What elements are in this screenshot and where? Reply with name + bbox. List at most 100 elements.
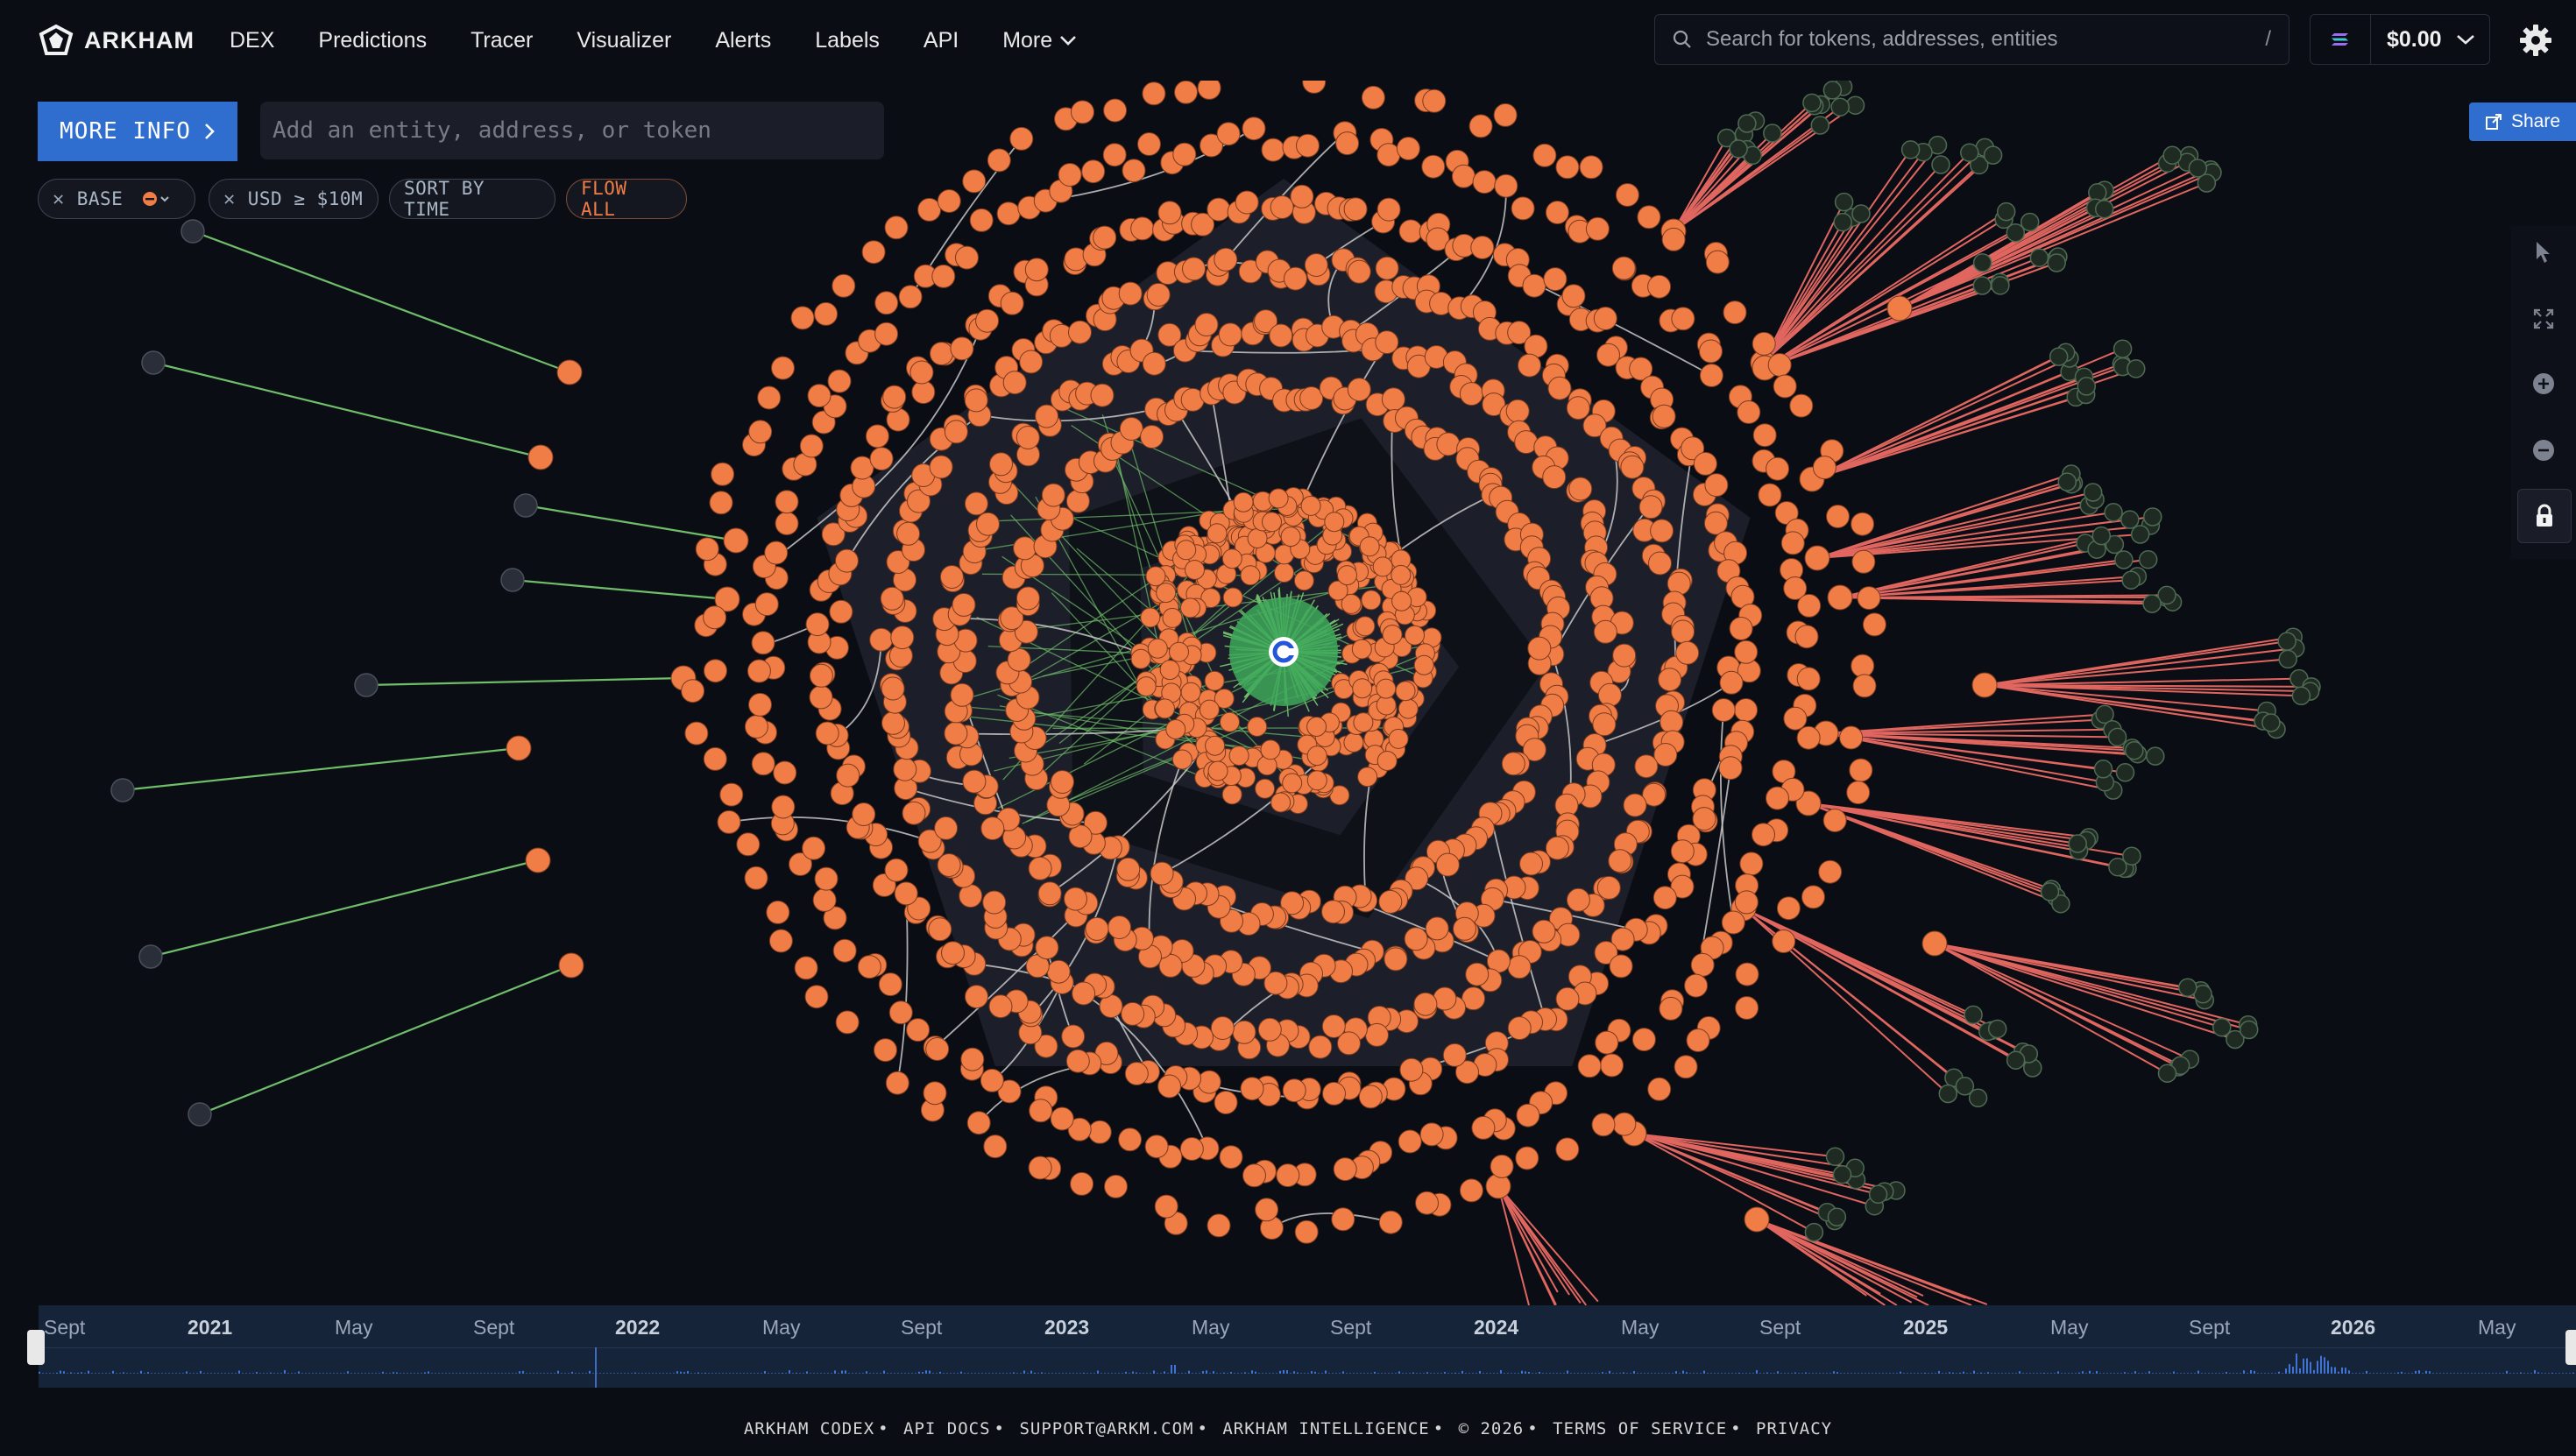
entity-node[interactable] (1826, 505, 1850, 528)
entity-node[interactable] (939, 565, 964, 589)
counterparty-node[interactable] (1832, 1164, 1852, 1184)
entity-node[interactable] (1087, 1120, 1112, 1144)
entity-node[interactable] (1142, 81, 1166, 106)
counterparty-node[interactable] (2138, 549, 2158, 569)
entity-node[interactable] (1465, 962, 1490, 986)
entity-node[interactable] (1197, 81, 1221, 100)
entity-node[interactable] (980, 816, 1005, 841)
close-icon[interactable]: ✕ (223, 188, 236, 210)
entity-node[interactable] (1846, 781, 1871, 805)
entity-node[interactable] (757, 385, 782, 410)
entity-node[interactable] (1376, 143, 1401, 167)
counterparty-node[interactable] (1825, 1147, 1845, 1167)
entity-node[interactable] (1156, 583, 1177, 604)
entity-node[interactable] (1051, 770, 1074, 794)
entity-node[interactable] (1375, 256, 1399, 280)
entity-node[interactable] (882, 385, 907, 409)
entity-node[interactable] (747, 659, 771, 683)
counterparty-node[interactable] (2278, 649, 2297, 669)
entity-node[interactable] (703, 605, 727, 630)
entity-node[interactable] (1357, 767, 1378, 788)
counterparty-node[interactable] (2125, 740, 2144, 760)
peripheral-address-node[interactable] (180, 219, 205, 244)
entity-node[interactable] (1335, 131, 1360, 156)
entity-node[interactable] (960, 1047, 985, 1071)
entity-node[interactable] (1378, 1210, 1403, 1234)
entity-node[interactable] (925, 1037, 950, 1061)
entity-node[interactable] (1634, 754, 1659, 779)
entity-node[interactable] (1851, 654, 1875, 678)
share-button[interactable]: Share (2469, 102, 2576, 141)
entity-node[interactable] (766, 900, 790, 924)
entity-node[interactable] (506, 735, 532, 761)
counterparty-node[interactable] (1938, 1084, 1958, 1104)
entity-node[interactable] (1343, 732, 1364, 753)
counterparty-node[interactable] (1851, 204, 1871, 223)
timeline-start-handle[interactable] (27, 1330, 45, 1365)
chain-filter-chip[interactable]: ✕ BASE (38, 179, 195, 219)
entity-node[interactable] (1671, 307, 1695, 331)
counterparty-node[interactable] (2157, 1064, 2177, 1083)
entity-node[interactable] (1130, 648, 1151, 669)
entity-node[interactable] (1108, 915, 1132, 939)
entity-node[interactable] (1471, 1115, 1496, 1140)
entity-node[interactable] (1593, 307, 1617, 330)
entity-node[interactable] (931, 264, 956, 288)
entity-node[interactable] (1391, 564, 1412, 585)
entity-node[interactable] (1744, 1206, 1770, 1233)
entity-node[interactable] (1221, 784, 1242, 805)
close-icon[interactable]: ✕ (53, 188, 65, 210)
counterparty-node[interactable] (2114, 550, 2134, 569)
entity-node[interactable] (1081, 159, 1106, 184)
entity-node[interactable] (1399, 1057, 1424, 1082)
entity-node[interactable] (1300, 495, 1321, 516)
entity-node[interactable] (1405, 625, 1425, 646)
counterparty-node[interactable] (2104, 503, 2123, 522)
entity-node[interactable] (1199, 699, 1220, 720)
entity-node[interactable] (1068, 320, 1092, 344)
entity-node[interactable] (812, 887, 837, 912)
entity-node[interactable] (1306, 746, 1327, 767)
entity-node[interactable] (773, 760, 797, 785)
entity-node[interactable] (1145, 566, 1166, 587)
entity-node[interactable] (1029, 1099, 1053, 1123)
entity-node[interactable] (1361, 85, 1385, 110)
entity-node[interactable] (1453, 916, 1476, 941)
entity-node[interactable] (1155, 698, 1175, 719)
entity-node[interactable] (815, 721, 839, 746)
usd-filter-chip[interactable]: ✕ USD ≥ $10M (209, 179, 379, 219)
entity-node[interactable] (1623, 793, 1647, 817)
entity-node[interactable] (1415, 1191, 1439, 1215)
counterparty-node[interactable] (2047, 253, 2066, 272)
peripheral-address-node[interactable] (513, 493, 538, 518)
entity-node[interactable] (1971, 672, 1998, 698)
entity-node[interactable] (1796, 667, 1821, 691)
entity-node[interactable] (829, 599, 853, 624)
entity-node[interactable] (962, 169, 987, 194)
entity-node[interactable] (723, 527, 749, 554)
entity-node[interactable] (1353, 712, 1374, 733)
entity-node[interactable] (1304, 253, 1328, 277)
counterparty-node[interactable] (2120, 510, 2140, 529)
entity-node[interactable] (1121, 1001, 1145, 1026)
entity-node[interactable] (1801, 885, 1825, 909)
entity-node[interactable] (1472, 170, 1497, 194)
entity-node[interactable] (955, 245, 979, 270)
entity-node[interactable] (1102, 143, 1127, 167)
entity-node[interactable] (1207, 760, 1228, 781)
footer-api-docs-link[interactable]: API DOCS (903, 1419, 991, 1438)
entity-node[interactable] (1218, 322, 1242, 347)
arkham-logo[interactable]: ARKHAM (39, 23, 195, 58)
entity-node[interactable] (1235, 190, 1259, 215)
entity-node[interactable] (1214, 1091, 1238, 1114)
counterparty-node[interactable] (1822, 81, 1843, 100)
peripheral-address-node[interactable] (500, 568, 525, 592)
entity-node[interactable] (775, 512, 799, 535)
entity-node[interactable] (1518, 353, 1541, 378)
entity-node[interactable] (890, 626, 915, 650)
entity-node[interactable] (1435, 852, 1460, 877)
entity-node[interactable] (1061, 1024, 1086, 1049)
entity-node[interactable] (1490, 1154, 1514, 1178)
peripheral-address-node[interactable] (110, 778, 135, 802)
search-input[interactable] (1704, 26, 2251, 53)
